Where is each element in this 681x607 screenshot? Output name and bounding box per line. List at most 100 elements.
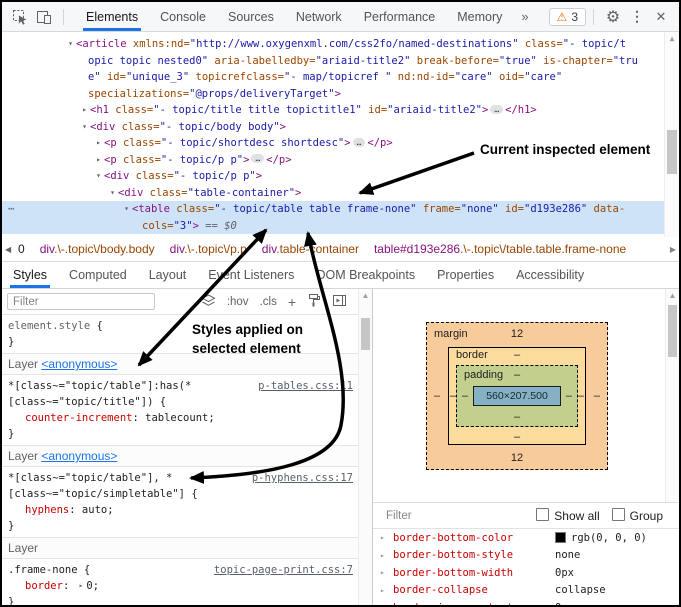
show-all-checkbox[interactable]: Show all: [536, 508, 599, 523]
expand-property-icon[interactable]: ▸: [380, 586, 393, 595]
styles-filter-input[interactable]: [7, 293, 155, 310]
padding-bottom-value[interactable]: –: [457, 411, 577, 423]
checkbox-icon[interactable]: [612, 508, 625, 521]
dom-tree-node[interactable]: ▾<table class="- topic/table table frame…: [2, 201, 665, 218]
collapsed-arrow-icon[interactable]: ▸: [79, 102, 90, 119]
expanded-arrow-icon[interactable]: ▾: [79, 119, 90, 136]
tab-memory[interactable]: Memory: [446, 2, 513, 31]
scroll-up-icon[interactable]: ▲: [359, 289, 372, 302]
toggle-hover-state-button[interactable]: :hov: [227, 296, 249, 308]
inline-expand-icon[interactable]: …: [353, 138, 366, 147]
border-right-value[interactable]: –: [578, 390, 584, 402]
css-property[interactable]: border: ▸0;: [8, 578, 353, 594]
tab-layout[interactable]: Layout: [138, 262, 198, 288]
selected-dom-node[interactable]: ⋯▾<table class="- topic/table table fram…: [2, 201, 665, 234]
rendering-emulation-icon[interactable]: [307, 293, 321, 310]
scrollbar-thumb[interactable]: [361, 318, 370, 350]
element-classes-button[interactable]: .cls: [260, 296, 277, 308]
css-layers-icon[interactable]: [201, 294, 216, 310]
breadcrumb-scroll-right-icon[interactable]: ▶: [670, 245, 676, 254]
tab-sources[interactable]: Sources: [217, 2, 285, 31]
style-rule[interactable]: element.style {}: [2, 315, 359, 353]
tab-dom-breakpoints[interactable]: DOM Breakpoints: [305, 262, 426, 288]
dom-tree-node[interactable]: ▾<article xmlns:nd="http://www.oxygenxml…: [2, 36, 679, 53]
tab-network[interactable]: Network: [285, 2, 353, 31]
breadcrumb-item[interactable]: div.\-.topic\/body.body: [40, 242, 155, 256]
inspect-element-icon[interactable]: [8, 6, 32, 28]
computed-property-row[interactable]: ▸border-collapsecollapse: [373, 582, 679, 600]
expand-property-icon[interactable]: ▸: [380, 603, 393, 605]
style-rule[interactable]: p-tables.css:11*[class~="topic/table"]:h…: [2, 375, 359, 445]
tab-elements[interactable]: Elements: [75, 2, 149, 31]
dom-tree-node[interactable]: ▾<div class="table-container">: [2, 185, 679, 202]
device-toolbar-icon[interactable]: [32, 6, 56, 28]
expand-shorthand-icon[interactable]: ▸: [79, 581, 84, 590]
box-model-margin[interactable]: margin 12 12 – – border – – – – paddin: [426, 322, 608, 470]
computed-property-row[interactable]: ▸border-bottom-stylenone: [373, 547, 679, 565]
expanded-arrow-icon[interactable]: ▾: [121, 201, 132, 218]
expand-property-icon[interactable]: ▸: [380, 551, 393, 560]
color-swatch[interactable]: [555, 532, 566, 543]
computed-property-row[interactable]: ▸border-bottom-colorrgb(0, 0, 0): [373, 529, 679, 547]
expanded-arrow-icon[interactable]: ▾: [107, 185, 118, 202]
css-property[interactable]: hyphens: auto;: [8, 502, 353, 518]
collapsed-arrow-icon[interactable]: ▸: [93, 135, 104, 152]
margin-bottom-value[interactable]: 12: [427, 452, 607, 464]
more-tabs-icon[interactable]: »: [513, 9, 536, 24]
computed-sidebar-toggle-icon[interactable]: [332, 294, 347, 310]
box-model-content[interactable]: 560×207.500: [473, 386, 561, 406]
tab-performance[interactable]: Performance: [353, 2, 447, 31]
expand-property-icon[interactable]: ▸: [380, 533, 393, 542]
css-property[interactable]: counter-increment: tablecount;: [8, 410, 353, 426]
computed-property-row[interactable]: ▸border-bottom-width0px: [373, 564, 679, 582]
tab-computed[interactable]: Computed: [58, 262, 138, 288]
inline-expand-icon[interactable]: …: [251, 154, 264, 163]
scrollbar-thumb[interactable]: [668, 305, 677, 357]
checkbox-icon[interactable]: [536, 508, 549, 521]
computed-property-row[interactable]: ▸border-image-outset0: [373, 599, 679, 605]
layer-link[interactable]: <anonymous>: [41, 449, 117, 463]
elements-scrollbar[interactable]: ▲: [664, 32, 679, 237]
issues-badge[interactable]: ⚠ 3: [549, 8, 586, 26]
padding-left-value[interactable]: –: [462, 390, 468, 402]
collapsed-arrow-icon[interactable]: ▸: [93, 152, 104, 169]
box-model-padding[interactable]: padding – – – – 560×207.500: [456, 365, 578, 427]
inline-expand-icon[interactable]: …: [490, 105, 503, 114]
node-menu-icon[interactable]: ⋯: [8, 201, 15, 218]
styles-scrollbar[interactable]: ▲: [358, 289, 372, 605]
margin-left-value[interactable]: –: [434, 390, 440, 402]
boxmodel-scrollbar[interactable]: ▲: [665, 289, 679, 502]
breadcrumb-item[interactable]: div.table-container: [262, 242, 359, 256]
expanded-arrow-icon[interactable]: ▾: [65, 36, 76, 53]
style-rule[interactable]: p-hyphens.css:17*[class~="topic/table"],…: [2, 467, 359, 537]
new-style-rule-button[interactable]: +: [288, 296, 296, 308]
dom-tree-node[interactable]: e" id="unique_3" topicrefclass="- map/to…: [2, 69, 679, 86]
tab-event-listeners[interactable]: Event Listeners: [197, 262, 305, 288]
stylesheet-link[interactable]: p-hyphens.css:17: [252, 470, 353, 486]
scrollbar-thumb[interactable]: [667, 130, 677, 174]
tab-styles[interactable]: Styles: [2, 262, 58, 288]
dom-tree-node[interactable]: ▸<h1 class="- topic/title title topictit…: [2, 102, 679, 119]
menu-kebab-icon[interactable]: ⋮: [625, 6, 649, 28]
box-model-border[interactable]: border – – – – padding – – – – 56: [448, 347, 586, 445]
group-checkbox[interactable]: Group: [612, 508, 663, 523]
dom-tree-node[interactable]: opic topic nested0" aria-labelledby="ari…: [2, 53, 679, 70]
dom-tree-node[interactable]: ▾<div class="- topic/p p">: [2, 168, 679, 185]
scroll-up-icon[interactable]: ▲: [665, 32, 679, 45]
dom-tree-node[interactable]: ▸<p class="- topic/shortdesc shortdesc">…: [2, 135, 679, 152]
layer-link[interactable]: <anonymous>: [41, 357, 117, 371]
stylesheet-link[interactable]: topic-page-print.css:7: [214, 562, 353, 578]
breadcrumb-item[interactable]: table#d193e286.\-.topic\/table.table.fra…: [374, 242, 626, 256]
breadcrumb-item[interactable]: div.\-.topic\/p.p: [170, 242, 247, 256]
stylesheet-link[interactable]: p-tables.css:11: [258, 378, 353, 394]
border-bottom-value[interactable]: –: [449, 431, 585, 443]
padding-top-value[interactable]: –: [457, 369, 577, 381]
padding-right-value[interactable]: –: [566, 390, 572, 402]
dom-tree-node[interactable]: ▸<p class="- topic/p p">…</p>: [2, 152, 679, 169]
dom-tree-node[interactable]: cols="3"> == $0: [2, 218, 665, 235]
tab-properties[interactable]: Properties: [426, 262, 505, 288]
tab-accessibility[interactable]: Accessibility: [505, 262, 595, 288]
expand-property-icon[interactable]: ▸: [380, 568, 393, 577]
settings-gear-icon[interactable]: ⚙: [601, 6, 625, 28]
breadcrumb-item[interactable]: 0: [18, 242, 25, 256]
